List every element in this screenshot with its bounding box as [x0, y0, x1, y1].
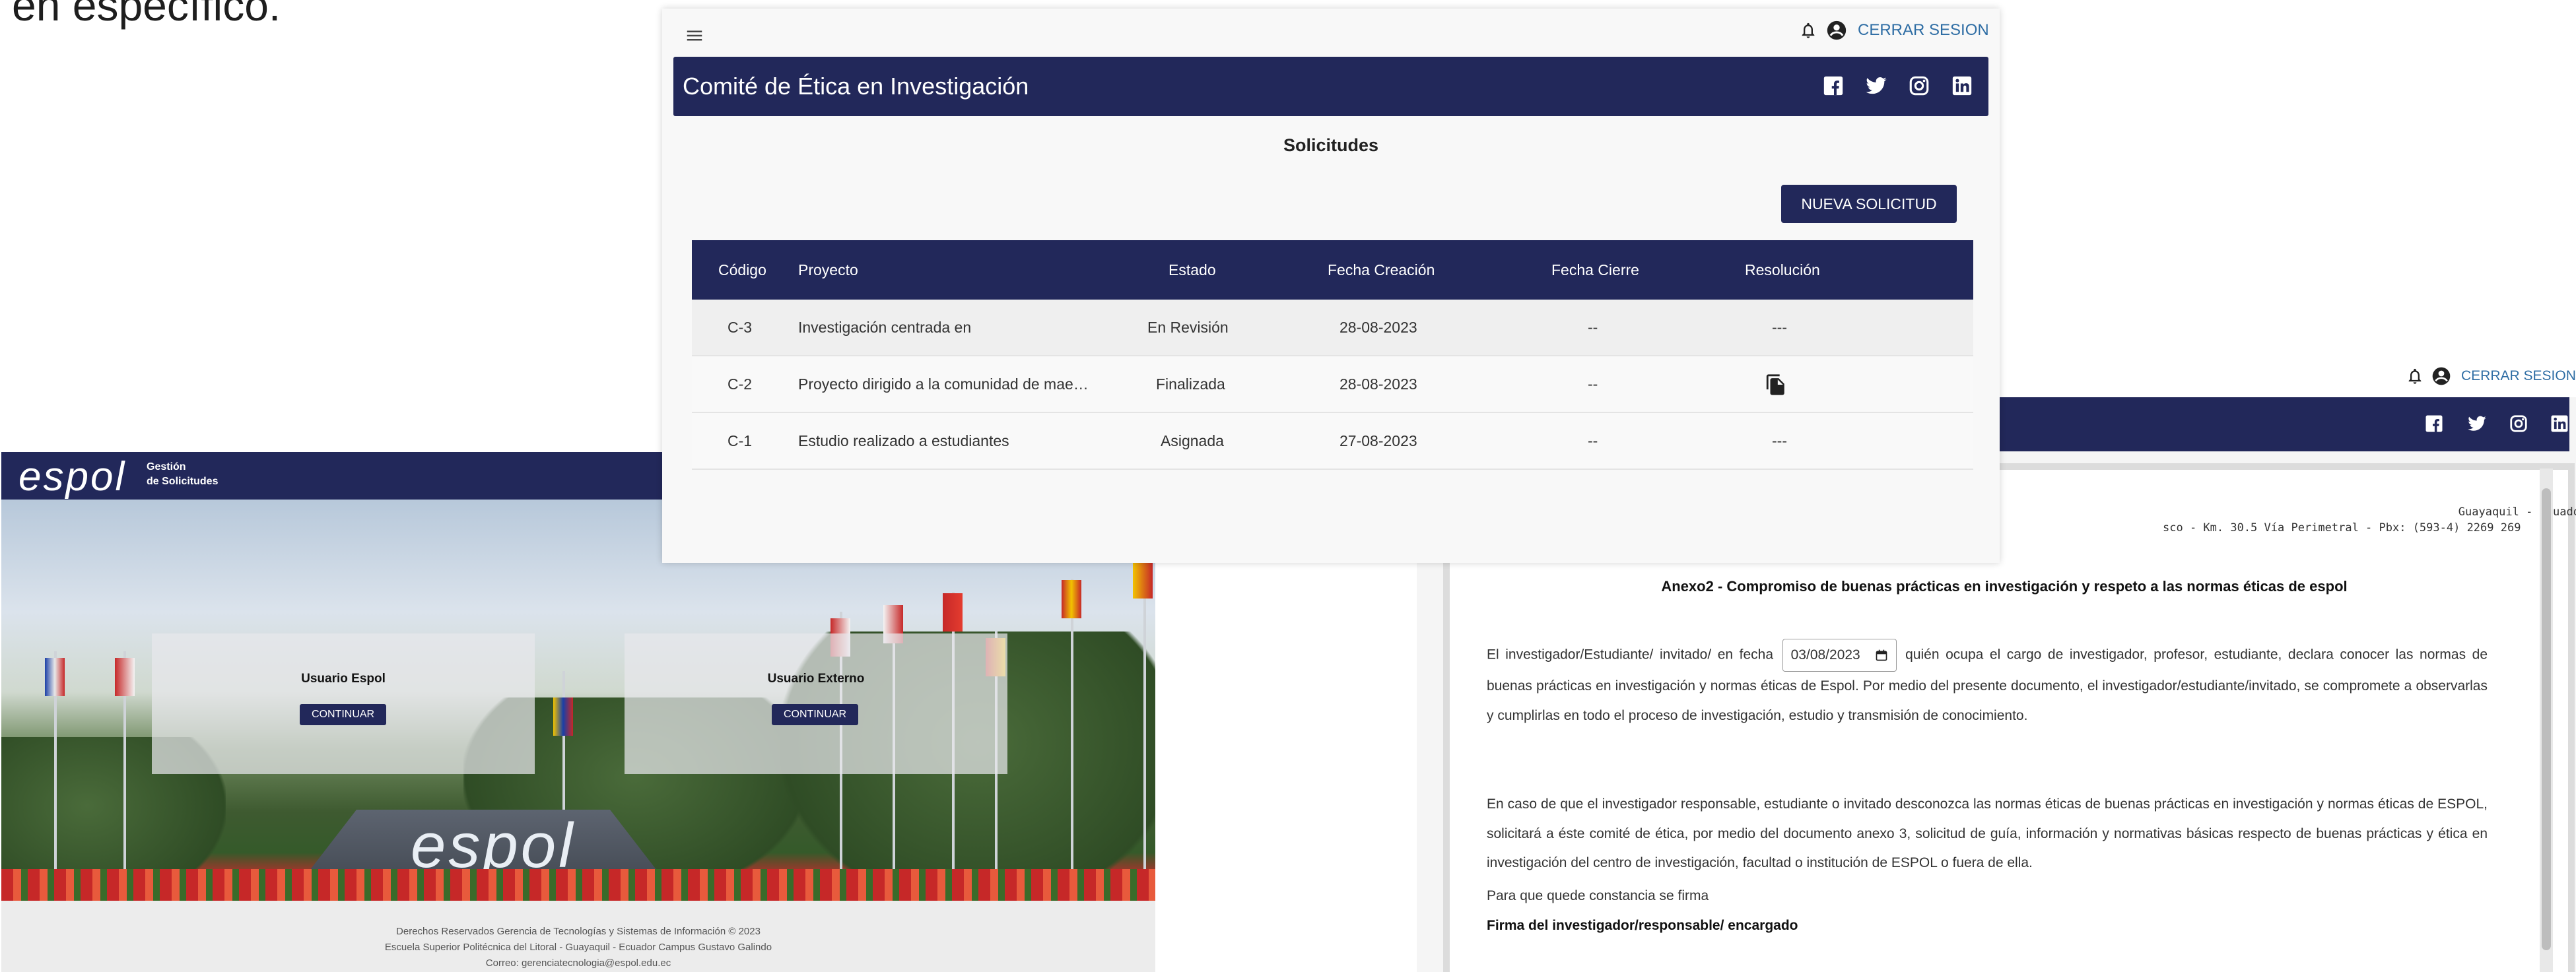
address-line2: sco - Km. 30.5 Vía Perimetral - Pbx: (59… [2163, 521, 2521, 535]
column-header-codigo: Código [718, 261, 766, 278]
cell-fecha-creacion: 28-08-2023 [1339, 375, 1417, 393]
column-header-fecha-cierre: Fecha Cierre [1551, 261, 1639, 278]
cell-codigo: C-2 [728, 375, 753, 393]
account-circle-icon[interactable] [2431, 366, 2452, 387]
requests-table: Código Proyecto Estado Fecha Creación Fe… [692, 240, 1973, 470]
continue-externo-button[interactable]: CONTINUAR [772, 704, 859, 725]
footer: Derechos Reservados Gerencia de Tecnolog… [1, 924, 1155, 971]
facebook-icon[interactable] [1822, 75, 1845, 97]
page-title: Solicitudes [1283, 135, 1379, 155]
cell-codigo: C-3 [728, 319, 753, 336]
solicitudes-window: CERRAR SESION Comité de Ética en Investi… [662, 9, 2000, 563]
logout-link[interactable]: CERRAR SESION [1858, 21, 1989, 40]
twitter-icon[interactable] [1864, 75, 1888, 97]
cell-estado: Finalizada [1156, 375, 1225, 393]
signature-label: Firma del investigador/responsable/ enca… [1487, 918, 1798, 933]
table-row[interactable]: C-3 Investigación centrada en En Revisió… [692, 300, 1973, 356]
continue-espol-button[interactable]: CONTINUAR [300, 704, 387, 725]
cell-estado: Asignada [1161, 432, 1224, 449]
twitter-icon[interactable] [2466, 414, 2488, 434]
new-request-button[interactable]: NUEVA SOLICITUD [1781, 185, 1957, 223]
account-circle-icon[interactable] [1825, 19, 1848, 42]
card-title: Usuario Externo [767, 672, 865, 686]
app-subtitle-line1: Gestión [147, 461, 186, 472]
site-title: Comité de Ética en Investigación [683, 73, 1029, 100]
app-subtitle-line2: de Solicitudes [147, 476, 219, 487]
scrollbar-thumb[interactable] [2542, 488, 2551, 950]
flag-pole [1143, 559, 1146, 869]
app-subtitle: Gestión de Solicitudes [147, 460, 218, 489]
fragment-text: en específico. [12, 0, 281, 30]
card-usuario-externo: Usuario Externo CONTINUAR [625, 633, 1007, 774]
flag-pole [1071, 579, 1073, 869]
linkedin-icon[interactable] [1951, 75, 1973, 97]
column-header-fecha-creacion: Fecha Creación [1328, 261, 1435, 278]
flag [943, 593, 963, 632]
flag [553, 697, 573, 736]
main-navbar: Comité de Ética en Investigación [673, 57, 1988, 116]
flower-bed [1, 869, 1155, 901]
document-copy-icon[interactable] [1765, 372, 1787, 397]
table-header: Código Proyecto Estado Fecha Creación Fe… [692, 240, 1973, 300]
cell-fecha-cierre: -- [1588, 432, 1598, 449]
bell-icon[interactable] [1799, 20, 1817, 41]
espol-logo: espol [18, 454, 127, 500]
calendar-icon[interactable] [1875, 649, 1888, 662]
bell-icon[interactable] [2406, 366, 2424, 386]
cell-resolucion: --- [1772, 432, 1787, 449]
cell-fecha-cierre: -- [1588, 375, 1598, 393]
footer-line1: Derechos Reservados Gerencia de Tecnolog… [396, 926, 761, 937]
cell-fecha-creacion: 28-08-2023 [1339, 319, 1417, 336]
cell-fecha-cierre: -- [1588, 319, 1598, 336]
column-header-proyecto: Proyecto [798, 261, 858, 278]
cell-proyecto: Investigación centrada en [798, 319, 972, 336]
instagram-icon[interactable] [1908, 75, 1930, 97]
column-header-estado: Estado [1169, 261, 1216, 278]
flag [1133, 560, 1153, 599]
cell-proyecto: Estudio realizado a estudiantes [798, 432, 1009, 449]
paragraph-2: En caso de que el investigador responsab… [1487, 796, 2488, 870]
flag [1062, 580, 1081, 618]
linkedin-icon[interactable] [2550, 414, 2569, 434]
logout-link[interactable]: CERRAR SESION [2461, 368, 2576, 384]
date-input[interactable]: 03/08/2023 [1782, 639, 1897, 672]
address-block: Guayaquil - Ecuador [2242, 504, 2576, 520]
document-title: Anexo2 - Compromiso de buenas prácticas … [1661, 578, 2348, 595]
facebook-icon[interactable] [2424, 414, 2444, 434]
cell-fecha-creacion: 27-08-2023 [1339, 432, 1417, 449]
flag [115, 658, 135, 696]
address-line1: Guayaquil - Ecuador [2458, 505, 2576, 519]
date-value: 03/08/2023 [1790, 647, 1860, 663]
card-title: Usuario Espol [301, 672, 386, 686]
column-header-resolucion: Resolución [1745, 261, 1820, 278]
footer-line3: Correo: gerenciatecnologia@espol.edu.ec [485, 957, 671, 969]
table-row[interactable]: C-1 Estudio realizado a estudiantes Asig… [692, 413, 1973, 470]
menu-icon[interactable] [683, 26, 706, 46]
cell-estado: En Revisión [1147, 319, 1229, 336]
cell-resolucion: --- [1772, 319, 1787, 336]
flag [45, 658, 65, 696]
paragraph-1: El investigador/Estudiante/ invitado/ en… [1487, 639, 2488, 730]
card-usuario-espol: Usuario Espol CONTINUAR [152, 633, 535, 774]
instagram-icon[interactable] [2509, 414, 2528, 434]
paragraph-1-start: El investigador/Estudiante/ invitado/ en… [1487, 647, 1774, 663]
paragraph-3: Para que quede constancia se firma [1487, 888, 1709, 903]
table-row[interactable]: C-2 Proyecto dirigido a la comunidad de … [692, 356, 1973, 413]
cell-codigo: C-1 [728, 432, 753, 449]
footer-line2: Escuela Superior Politécnica del Litoral… [384, 942, 772, 953]
cell-proyecto: Proyecto dirigido a la comunidad de mae… [798, 375, 1089, 393]
